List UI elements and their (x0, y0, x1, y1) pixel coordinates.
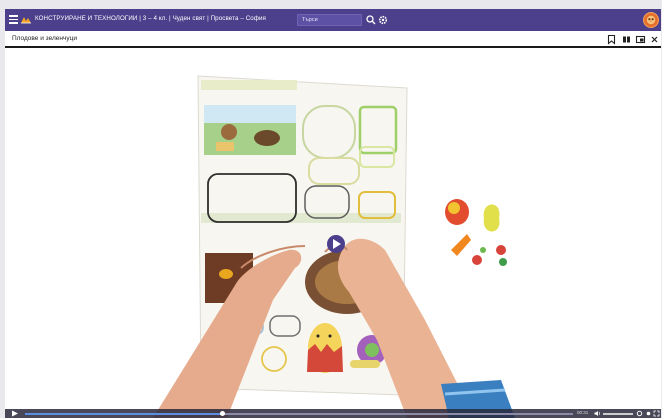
player-controls: 00:31 (5, 409, 661, 418)
search-input[interactable] (297, 14, 362, 26)
play-icon[interactable] (11, 410, 19, 417)
fruit-cards-image (445, 199, 507, 266)
lesson-title: Плодове и зеленчуци (12, 35, 77, 42)
volume-slider[interactable] (603, 413, 633, 415)
settings-icon[interactable] (636, 410, 643, 417)
app-window: КОНСТРУИРАНЕ И ТЕХНОЛОГИИ | 3 – 4 кл. | … (5, 9, 661, 418)
time-display: 00:31 (577, 410, 589, 415)
video-player[interactable] (5, 50, 661, 418)
quality-icon[interactable] (645, 410, 652, 417)
video-frame (153, 75, 515, 418)
progress-handle[interactable] (220, 411, 226, 416)
fullscreen-icon[interactable] (653, 410, 660, 417)
app-title: КОНСТРУИРАНЕ И ТЕХНОЛОГИИ | 3 – 4 кл. | … (35, 15, 266, 22)
close-icon[interactable] (649, 34, 660, 45)
top-bar: КОНСТРУИРАНЕ И ТЕХНОЛОГИИ | 3 – 4 кл. | … (5, 9, 661, 31)
picture-in-picture-icon[interactable] (635, 34, 646, 45)
bookmark-icon[interactable] (606, 34, 617, 45)
lesson-bar: Плодове и зеленчуци (5, 31, 661, 48)
owl-icon (646, 15, 656, 25)
progress-fill (25, 413, 223, 415)
volume-icon[interactable] (594, 410, 601, 417)
book-icon[interactable] (621, 34, 632, 45)
gear-icon[interactable] (377, 14, 389, 26)
play-button[interactable] (327, 235, 345, 253)
hamburger-menu-icon[interactable] (9, 15, 18, 24)
play-icon (333, 239, 341, 249)
user-avatar[interactable] (643, 12, 659, 28)
progress-bar[interactable] (25, 411, 573, 416)
publisher-logo-icon (21, 17, 31, 24)
search-icon[interactable] (365, 14, 377, 26)
